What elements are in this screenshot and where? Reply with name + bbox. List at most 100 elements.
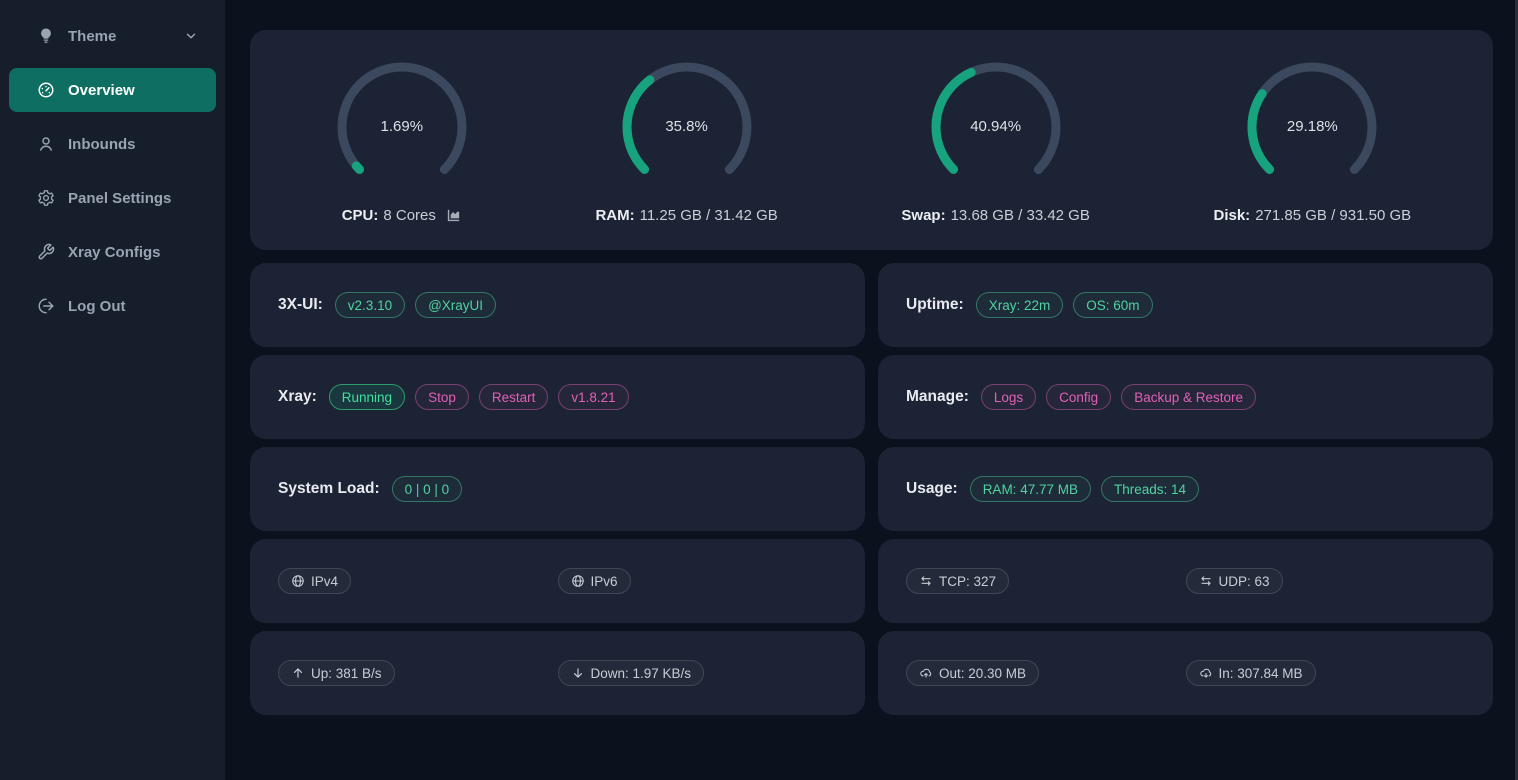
tag-group: Logs Config Backup & Restore [981,384,1256,410]
tag-group: v2.3.10 @XrayUI [335,292,496,318]
tag-group: RAM: 47.77 MB Threads: 14 [970,476,1199,502]
gauge-ring: 29.18% [1242,57,1382,197]
tcp-count-tag: TCP: 327 [906,568,1009,594]
gauge-label: RAM: [595,207,634,224]
panel-version-tag[interactable]: v2.3.10 [335,292,405,318]
chart-icon[interactable] [445,207,462,224]
restart-xray-button[interactable]: Restart [479,384,549,410]
card-usage: Usage: RAM: 47.77 MB Threads: 14 [878,447,1493,531]
sidebar-item-label: Overview [68,82,135,99]
gauge-value: 271.85 GB / 931.50 GB [1255,207,1411,224]
card-column: UDP: 63 [1186,568,1466,594]
sidebar-item-theme[interactable]: Theme [9,14,216,58]
gauge-percent: 1.69% [332,57,472,197]
gauge-caption: RAM: 11.25 GB / 31.42 GB [595,207,777,224]
card-label: System Load: [278,480,380,498]
gauge-value: 11.25 GB / 31.42 GB [640,207,778,224]
card-column: IPv4 [278,568,558,594]
card-column: Down: 1.97 KB/s [558,660,838,686]
arrow-down-icon [571,666,585,680]
xray-status-badge: Running [329,384,405,410]
gauge-label: Swap: [901,207,945,224]
tag-text: In: 307.84 MB [1219,666,1303,681]
gauge-caption: Swap:13.68 GB / 33.42 GB [901,207,1089,224]
tag-text: RAM: 47.77 MB [983,482,1078,497]
sidebar-item-label: Log Out [68,298,125,315]
app-root: Theme Overview Inbounds Panel Settings Xray … [0,0,1518,780]
tag-text: Out: 20.30 MB [939,666,1026,681]
xray-version-tag[interactable]: v1.8.21 [558,384,628,410]
traffic-out-tag: Out: 20.30 MB [906,660,1039,686]
gauge-swap: 40.94% Swap:13.68 GB / 33.42 GB [901,57,1089,224]
tag-text: Down: 1.97 KB/s [591,666,692,681]
card-system-load: System Load:0 | 0 | 0 [250,447,865,531]
gear-icon [36,188,56,208]
tag-text: Backup & Restore [1134,390,1243,405]
sidebar-item-label: Panel Settings [68,190,171,207]
gauge-ram: 35.8% RAM: 11.25 GB / 31.42 GB [595,57,777,224]
telegram-link-tag[interactable]: @XrayUI [415,292,496,318]
tag-text: v2.3.10 [348,298,392,313]
ram-usage-tag: RAM: 47.77 MB [970,476,1091,502]
card-ip-addresses: IPv4 IPv6 [250,539,865,623]
card-connections: TCP: 327 UDP: 63 [878,539,1493,623]
upload-speed-tag: Up: 381 B/s [278,660,395,686]
card-column: Out: 20.30 MB [906,660,1186,686]
stop-xray-button[interactable]: Stop [415,384,469,410]
gauge-disk: 29.18% Disk:271.85 GB / 931.50 GB [1214,57,1412,224]
download-speed-tag: Down: 1.97 KB/s [558,660,705,686]
gauge-cpu: 1.69% CPU:8 Cores [332,57,472,224]
logout-icon [36,296,56,316]
tag-text: Threads: 14 [1114,482,1186,497]
card-label: Manage: [906,388,969,406]
tag-text: TCP: 327 [939,574,996,589]
sidebar-item-label: Theme [68,28,116,45]
os-uptime-tag: OS: 60m [1073,292,1152,318]
sidebar-item-log-out[interactable]: Log Out [9,284,216,328]
gauge-caption: CPU:8 Cores [342,207,462,224]
traffic-in-tag: In: 307.84 MB [1186,660,1316,686]
sidebar-item-overview[interactable]: Overview [9,68,216,112]
user-icon [36,134,56,154]
tag-text: @XrayUI [428,298,483,313]
sidebar-item-inbounds[interactable]: Inbounds [9,122,216,166]
card-label: Xray: [278,388,317,406]
config-button[interactable]: Config [1046,384,1111,410]
gauge-caption: Disk:271.85 GB / 931.50 GB [1214,207,1412,224]
tag-text: Restart [492,390,536,405]
tag-group: Running Stop Restart v1.8.21 [329,384,629,410]
gauge-ring: 35.8% [617,57,757,197]
transfer-icon [1199,574,1213,588]
card-column: IPv6 [558,568,838,594]
ipv4-tag[interactable]: IPv4 [278,568,351,594]
ipv6-tag[interactable]: IPv6 [558,568,631,594]
gauge-ring: 40.94% [926,57,1066,197]
gauge-label: CPU: [342,207,379,224]
globe-icon [571,574,585,588]
sidebar-item-xray-configs[interactable]: Xray Configs [9,230,216,274]
tag-text: Config [1059,390,1098,405]
tag-text: Running [342,390,392,405]
tag-text: OS: 60m [1086,298,1139,313]
tag-text: UDP: 63 [1219,574,1270,589]
gauge-value: 8 Cores [383,207,436,224]
card-label: Usage: [906,480,958,498]
gauge-ring: 1.69% [332,57,472,197]
backup-restore-button[interactable]: Backup & Restore [1121,384,1256,410]
main-content: 1.69% CPU:8 Cores 35.8% RAM: 11.25 GB / 31.4… [225,0,1518,780]
tag-text: IPv6 [591,574,618,589]
sidebar-item-label: Inbounds [68,136,136,153]
tag-text: Up: 381 B/s [311,666,382,681]
card-traffic: Out: 20.30 MB In: 307.84 MB [878,631,1493,715]
gauge-label: Disk: [1214,207,1251,224]
logs-button[interactable]: Logs [981,384,1036,410]
sidebar-item-panel-settings[interactable]: Panel Settings [9,176,216,220]
xray-uptime-tag: Xray: 22m [976,292,1064,318]
tag-text: IPv4 [311,574,338,589]
sidebar-item-label: Xray Configs [68,244,161,261]
sidebar-nav: Theme Overview Inbounds Panel Settings Xray … [0,14,225,328]
gauge-percent: 35.8% [617,57,757,197]
card-panel-info: 3X-UI: v2.3.10 @XrayUI [250,263,865,347]
card-label: 3X-UI: [278,296,323,314]
tag-text: Xray: 22m [989,298,1051,313]
